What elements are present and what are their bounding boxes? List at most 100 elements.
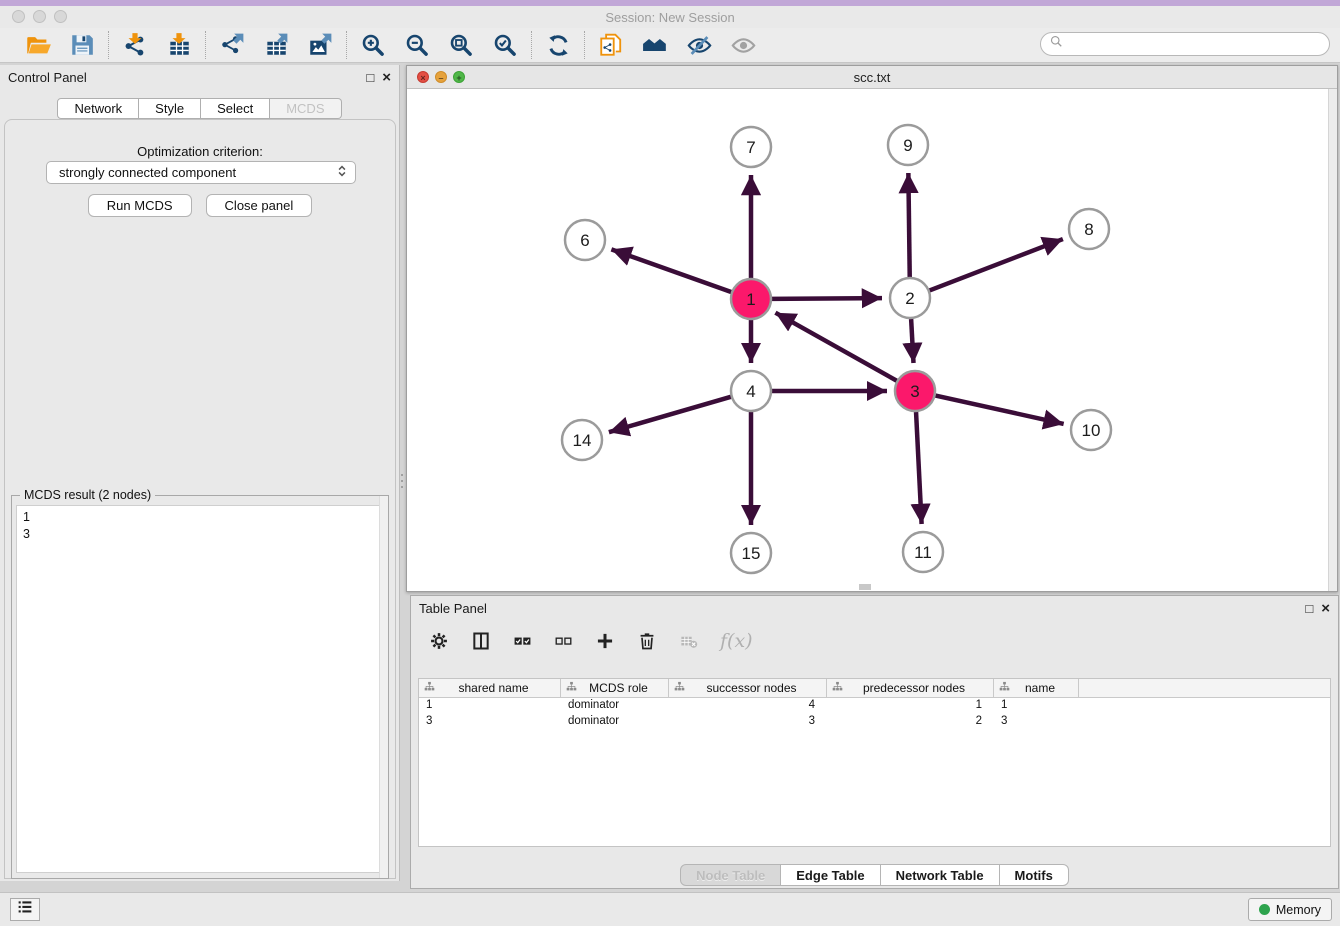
- optimization-criterion-value: strongly connected component: [59, 165, 335, 180]
- graph-node-3[interactable]: 3: [895, 371, 935, 411]
- table-options-gear-icon[interactable]: [429, 631, 449, 651]
- import-network-icon[interactable]: [121, 31, 149, 59]
- table-cell[interactable]: 1: [994, 698, 1079, 714]
- create-column-icon[interactable]: [595, 631, 615, 651]
- first-neighbors-icon[interactable]: [641, 31, 669, 59]
- network-horizontal-scroll-thumb[interactable]: [859, 584, 871, 590]
- tab-motifs[interactable]: Motifs: [1000, 864, 1069, 886]
- graph-edge-2-8[interactable]: [930, 239, 1063, 290]
- delete-columns-icon[interactable]: [637, 631, 657, 651]
- table-row[interactable]: 1dominator411: [419, 698, 1330, 714]
- network-close-button[interactable]: ×: [417, 71, 429, 83]
- search-input[interactable]: [1068, 34, 1329, 54]
- graph-node-14[interactable]: 14: [562, 420, 602, 460]
- tab-edge-table[interactable]: Edge Table: [781, 864, 880, 886]
- export-network-icon[interactable]: [218, 31, 246, 59]
- export-table-icon[interactable]: [262, 31, 290, 59]
- main-toolbar: [0, 28, 1340, 63]
- tab-style[interactable]: Style: [139, 98, 201, 119]
- graph-edge-1-2[interactable]: [772, 298, 882, 299]
- deselect-all-rows-icon[interactable]: [554, 632, 573, 651]
- table-cell[interactable]: 3: [419, 714, 561, 730]
- memory-button[interactable]: Memory: [1248, 898, 1332, 921]
- column-header-MCDS-role[interactable]: MCDS role: [561, 679, 669, 697]
- table-cell[interactable]: 3: [669, 714, 827, 730]
- zoom-in-icon[interactable]: [359, 31, 387, 59]
- window-zoom-button[interactable]: [54, 10, 67, 23]
- graph-node-7[interactable]: 7: [731, 127, 771, 167]
- graph-node-9[interactable]: 9: [888, 125, 928, 165]
- table-cell[interactable]: 2: [827, 714, 994, 730]
- graph-edge-3-11[interactable]: [916, 412, 922, 524]
- duplicate-network-icon[interactable]: [597, 31, 625, 59]
- column-header-shared-name[interactable]: shared name: [419, 679, 561, 697]
- task-history-button[interactable]: [10, 898, 40, 921]
- tab-network-table[interactable]: Network Table: [881, 864, 1000, 886]
- network-window-titlebar: × – + scc.txt: [407, 66, 1337, 89]
- graph-edge-2-9[interactable]: [908, 173, 909, 277]
- select-all-rows-icon[interactable]: [513, 632, 532, 651]
- svg-text:9: 9: [903, 136, 912, 155]
- network-window: × – + scc.txt 7 9 6 8 1 2 4 3 14 10 15 11: [406, 65, 1338, 592]
- table-cell[interactable]: dominator: [561, 698, 669, 714]
- optimization-criterion-select[interactable]: strongly connected component: [46, 161, 356, 184]
- close-icon[interactable]: ×: [382, 70, 391, 85]
- tree-icon: [999, 681, 1010, 695]
- window-title: Session: New Session: [0, 10, 1340, 25]
- run-mcds-button[interactable]: Run MCDS: [88, 194, 192, 217]
- table-panel: Table Panel □ × f(x) shared nameMCDS rol…: [410, 595, 1339, 889]
- table-cell[interactable]: 1: [827, 698, 994, 714]
- table-cell[interactable]: 1: [419, 698, 561, 714]
- network-vertical-scrollbar[interactable]: [1328, 89, 1337, 591]
- graph-node-4[interactable]: 4: [731, 371, 771, 411]
- column-header-predecessor-nodes[interactable]: predecessor nodes: [827, 679, 994, 697]
- graph-node-15[interactable]: 15: [731, 533, 771, 573]
- graph-edge-4-14[interactable]: [609, 397, 731, 432]
- table-row[interactable]: 3dominator323: [419, 714, 1330, 730]
- close-panel-button[interactable]: Close panel: [206, 194, 313, 217]
- open-session-icon[interactable]: [24, 31, 52, 59]
- graph-edge-2-3[interactable]: [911, 319, 913, 363]
- hide-selected-icon[interactable]: [685, 31, 713, 59]
- graph-edge-1-6[interactable]: [611, 249, 731, 292]
- float-icon[interactable]: □: [1305, 602, 1313, 615]
- tab-mcds[interactable]: MCDS: [270, 98, 341, 119]
- show-column-icon[interactable]: [471, 631, 491, 651]
- panel-splitter[interactable]: [399, 468, 405, 494]
- graph-node-6[interactable]: 6: [565, 220, 605, 260]
- network-canvas[interactable]: 7 9 6 8 1 2 4 3 14 10 15 11: [407, 89, 1337, 591]
- search-box: [1040, 32, 1330, 56]
- column-header-name[interactable]: name: [994, 679, 1079, 697]
- tree-icon: [674, 681, 685, 695]
- table-cell[interactable]: 3: [994, 714, 1079, 730]
- window-minimize-button[interactable]: [33, 10, 46, 23]
- graph-edge-3-1[interactable]: [775, 313, 896, 381]
- graph-node-8[interactable]: 8: [1069, 209, 1109, 249]
- apply-layout-icon[interactable]: [544, 31, 572, 59]
- tab-node-table[interactable]: Node Table: [680, 864, 781, 886]
- export-image-icon[interactable]: [306, 31, 334, 59]
- graph-node-10[interactable]: 10: [1071, 410, 1111, 450]
- network-zoom-button[interactable]: +: [453, 71, 465, 83]
- network-minimize-button[interactable]: –: [435, 71, 447, 83]
- tab-network[interactable]: Network: [57, 98, 139, 119]
- zoom-fit-icon[interactable]: [447, 31, 475, 59]
- close-icon[interactable]: ×: [1321, 601, 1330, 616]
- graph-node-11[interactable]: 11: [903, 532, 943, 572]
- tab-select[interactable]: Select: [201, 98, 270, 119]
- graph-node-2[interactable]: 2: [890, 278, 930, 318]
- column-header-successor-nodes[interactable]: successor nodes: [669, 679, 827, 697]
- mcds-result-fieldset: MCDS result (2 nodes) 1 3: [11, 495, 389, 879]
- float-icon[interactable]: □: [366, 71, 374, 84]
- zoom-selected-icon[interactable]: [491, 31, 519, 59]
- zoom-out-icon[interactable]: [403, 31, 431, 59]
- result-scrollbar[interactable]: [379, 496, 388, 878]
- table-cell[interactable]: 4: [669, 698, 827, 714]
- graph-node-1[interactable]: 1: [731, 279, 771, 319]
- table-cell[interactable]: dominator: [561, 714, 669, 730]
- graph-edge-3-10[interactable]: [936, 396, 1064, 424]
- window-traffic-lights: [12, 10, 67, 23]
- import-table-icon[interactable]: [165, 31, 193, 59]
- save-session-icon[interactable]: [68, 31, 96, 59]
- window-close-button[interactable]: [12, 10, 25, 23]
